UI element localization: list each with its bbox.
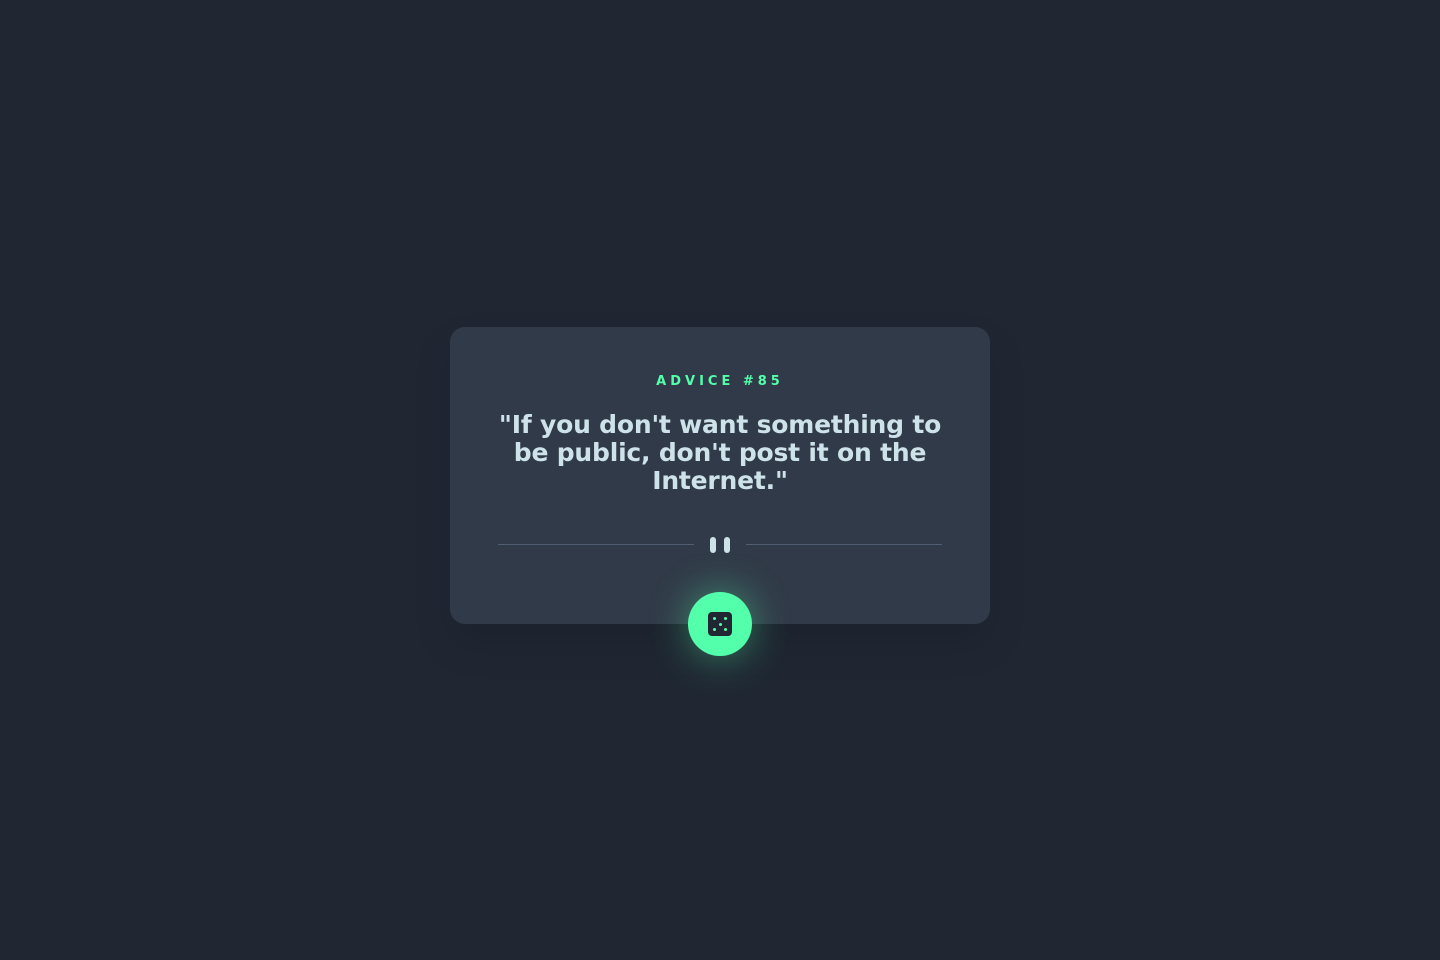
- dice-icon: [708, 612, 732, 636]
- pattern-divider: [498, 534, 942, 554]
- advice-card: ADVICE #85 "If you don't want something …: [450, 327, 990, 624]
- advice-id-label: ADVICE #85: [656, 374, 784, 389]
- advice-text: "If you don't want something to be publi…: [498, 410, 942, 495]
- pause-bar-left: [710, 537, 716, 553]
- generate-advice-button[interactable]: [688, 592, 752, 656]
- pause-bar-right: [724, 537, 730, 553]
- divider-line-right: [746, 544, 942, 545]
- pause-icon: [710, 537, 730, 553]
- divider-line-left: [498, 544, 694, 545]
